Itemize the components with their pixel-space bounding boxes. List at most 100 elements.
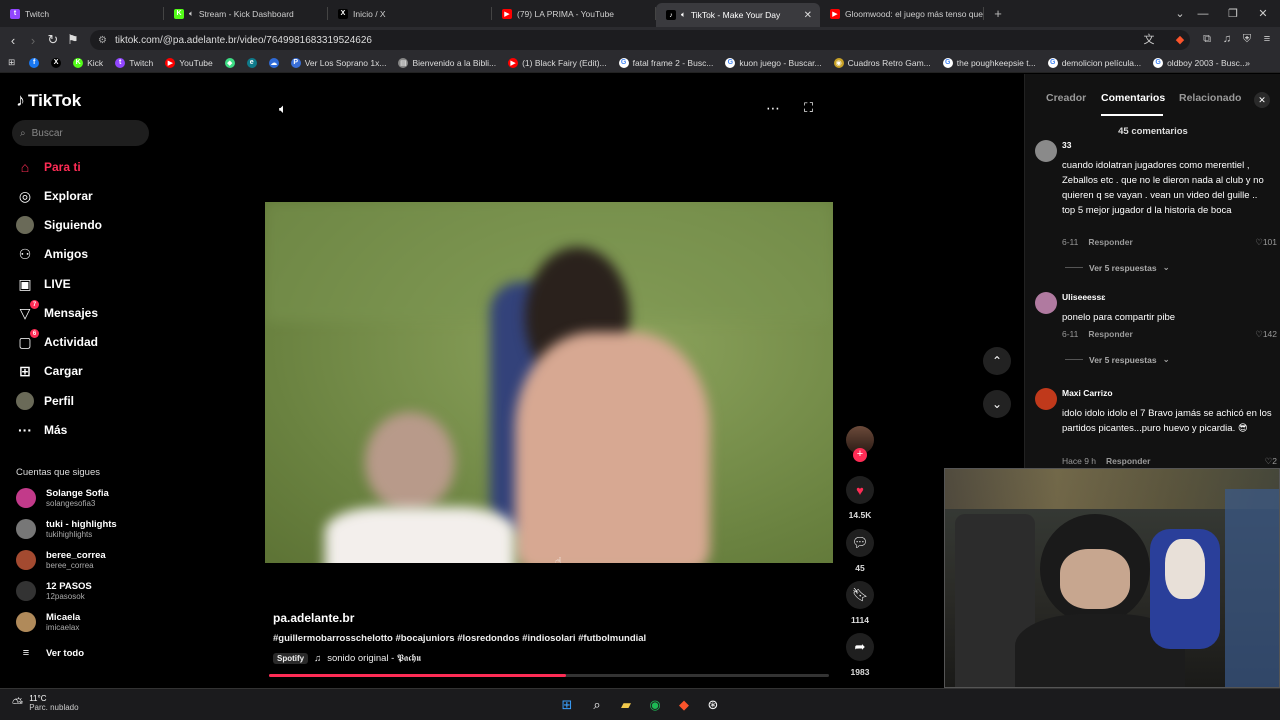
nav-item-upload[interactable]: ⊞ Cargar: [16, 362, 83, 380]
share-button[interactable]: ➦ 1983: [846, 633, 874, 677]
brave-icon[interactable]: ◆: [675, 696, 693, 714]
close-panel-button[interactable]: ✕: [1254, 92, 1270, 108]
nav-item-activity[interactable]: ▢ 6 Actividad: [16, 329, 98, 351]
url-field[interactable]: ⚙ tiktok.com/@pa.adelante.br/video/76499…: [90, 30, 1190, 50]
bookmark-item[interactable]: ☁: [268, 57, 279, 68]
tab-creator[interactable]: Creador: [1046, 92, 1086, 104]
bookmark-item[interactable]: Gfatal frame 2 - Busc...: [618, 57, 713, 68]
bookmark-item[interactable]: t Twitch: [115, 57, 153, 68]
restore-icon[interactable]: ❐: [1218, 0, 1248, 27]
previous-video-button[interactable]: ⌃: [983, 347, 1011, 375]
comment-username[interactable]: Maxi Carrizo: [1062, 388, 1113, 398]
tiktok-logo[interactable]: ♪ TikTok: [16, 90, 81, 111]
bookmark-item[interactable]: e: [246, 57, 257, 68]
nav-item-messages[interactable]: ▽ 7 Mensajes: [16, 300, 98, 322]
obs-icon[interactable]: ⊛: [704, 696, 722, 714]
nav-item-live[interactable]: ▣ LIVE: [16, 275, 70, 293]
video-author[interactable]: pa.adelante.br: [273, 611, 354, 625]
tab-related[interactable]: Relacionado: [1179, 92, 1241, 104]
view-replies-button[interactable]: Ver 5 respuestas ⌄: [1065, 354, 1170, 365]
browser-tab[interactable]: ♪ 🔈︎ TikTok - Make Your Day ✕: [656, 3, 820, 27]
comment-avatar[interactable]: [1035, 388, 1057, 410]
video-progress-bar[interactable]: [269, 674, 829, 677]
reply-button[interactable]: Responder: [1088, 329, 1132, 339]
comment-avatar[interactable]: [1035, 140, 1057, 162]
search-input[interactable]: ⌕ Buscar: [12, 120, 149, 146]
menu-icon[interactable]: ≡: [1259, 31, 1275, 47]
bookmark-item[interactable]: Gkuon juego - Buscar...: [725, 57, 822, 68]
search-icon[interactable]: ⌕: [588, 696, 606, 714]
browser-tab[interactable]: K 🔈︎ Stream - Kick Dashboard: [164, 0, 328, 27]
bookmark-item[interactable]: ▶ (1) Black Fairy (Edit)...: [508, 57, 607, 68]
browser-tab[interactable]: ▶ (79) LA PRIMA - YouTube: [492, 0, 656, 27]
video-player[interactable]: ☝: [265, 202, 833, 563]
comment-button[interactable]: 💬︎ 45: [846, 529, 874, 573]
volume-icon[interactable]: 🔈︎: [279, 101, 287, 117]
tab-comments[interactable]: Comentarios: [1101, 92, 1165, 104]
more-bookmarks-icon[interactable]: »: [1245, 58, 1250, 68]
reply-button[interactable]: Responder: [1088, 237, 1132, 247]
browser-tab[interactable]: t Twitch: [0, 0, 164, 27]
video-hashtags[interactable]: #guillermobarrosschelotto #bocajuniors #…: [273, 633, 646, 644]
bookmark-item[interactable]: X: [51, 57, 62, 68]
windows-start-icon[interactable]: ⊞: [558, 696, 576, 714]
minimize-icon[interactable]: —: [1188, 0, 1218, 27]
creator-avatar[interactable]: +: [846, 426, 874, 462]
vpn-icon[interactable]: ⛨: [1239, 31, 1255, 47]
nav-item-friends[interactable]: ⚇ Amigos: [16, 245, 88, 263]
bookmark-item[interactable]: Gdemolicion película...: [1047, 57, 1141, 68]
back-icon[interactable]: ‹: [3, 33, 23, 48]
weather-widget[interactable]: ⛅︎ 11°C Parc. nublado: [12, 694, 79, 712]
followed-account[interactable]: Micaela imicaelax: [16, 612, 80, 632]
nav-item-compass[interactable]: ◎ Explorar: [16, 187, 93, 205]
music-row[interactable]: Spotify ♫ sonido original - 𝕻𝖆𝖈𝖍𝖚: [273, 653, 421, 664]
more-options-icon[interactable]: ⋯: [766, 100, 781, 117]
apps-icon[interactable]: ⊞: [8, 57, 15, 68]
followed-account[interactable]: tuki - highlights tukihighlights: [16, 519, 117, 539]
see-all-link[interactable]: ≡ Ver todo: [16, 647, 84, 659]
browser-tab[interactable]: ▶ Gloomwood: el juego más tenso que: [820, 0, 984, 27]
new-tab-button[interactable]: +: [988, 6, 1008, 21]
comment-avatar[interactable]: [1035, 292, 1057, 314]
music-icon[interactable]: ♫: [1219, 31, 1235, 47]
comment-username[interactable]: Uliseeessɛ: [1062, 292, 1105, 302]
close-window-icon[interactable]: ✕: [1248, 0, 1278, 27]
followed-account[interactable]: 12 PASOS 12pasosok: [16, 581, 92, 601]
bookmark-item[interactable]: P Ver Los Soprano 1x...: [290, 57, 386, 68]
nav-item-following-avatar[interactable]: Siguiendo: [16, 216, 102, 234]
forward-icon[interactable]: ›: [23, 33, 43, 48]
followed-account[interactable]: beree_correa beree_correa: [16, 550, 106, 570]
nav-item-home[interactable]: ⌂ Para ti: [16, 158, 81, 176]
bookmark-item[interactable]: Gthe poughkeepsie t...: [942, 57, 1036, 68]
bookmark-item[interactable]: ◉ Cuadros Retro Gam...: [833, 57, 931, 68]
comment-like-button[interactable]: ♡2: [1265, 456, 1277, 467]
comment-like-button[interactable]: ♡142: [1255, 329, 1277, 340]
follow-plus-icon[interactable]: +: [853, 448, 867, 462]
file-explorer-icon[interactable]: ▰: [617, 696, 635, 714]
comment-like-button[interactable]: ♡101: [1255, 237, 1277, 248]
reply-button[interactable]: Responder: [1106, 456, 1150, 466]
bookmark-item[interactable]: ◆: [224, 57, 235, 68]
bookmark-item[interactable]: ▶ YouTube: [165, 57, 213, 68]
extensions-icon[interactable]: ⧉: [1199, 31, 1215, 47]
brave-shield-icon[interactable]: ◆: [1172, 31, 1188, 47]
close-tab-icon[interactable]: ✕: [804, 10, 812, 21]
followed-account[interactable]: Solange Sofia solangesofia3: [16, 488, 109, 508]
bookmark-icon[interactable]: ⚑: [63, 32, 83, 48]
like-button[interactable]: ♥ 14.5K: [846, 476, 874, 520]
sound-name[interactable]: sonido original - 𝕻𝖆𝖈𝖍𝖚: [327, 653, 421, 664]
bookmark-item[interactable]: K Kick: [73, 57, 103, 68]
next-video-button[interactable]: ⌄: [983, 390, 1011, 418]
reload-icon[interactable]: ↻: [43, 32, 63, 48]
spotify-badge[interactable]: Spotify: [273, 653, 309, 664]
view-replies-button[interactable]: Ver 5 respuestas ⌄: [1065, 262, 1170, 273]
browser-tab[interactable]: X Inicio / X: [328, 0, 492, 27]
fullscreen-icon[interactable]: ⛶: [804, 100, 813, 116]
nav-item-profile-avatar[interactable]: Perfil: [16, 392, 74, 410]
save-button[interactable]: 🔖︎ 1114: [846, 581, 874, 625]
spotify-icon[interactable]: ◉: [646, 696, 664, 714]
audio-icon[interactable]: 🔈︎: [189, 9, 194, 19]
bookmark-item[interactable]: f: [29, 57, 40, 68]
comment-username[interactable]: 33: [1062, 140, 1071, 150]
audio-icon[interactable]: 🔈︎: [681, 10, 686, 20]
